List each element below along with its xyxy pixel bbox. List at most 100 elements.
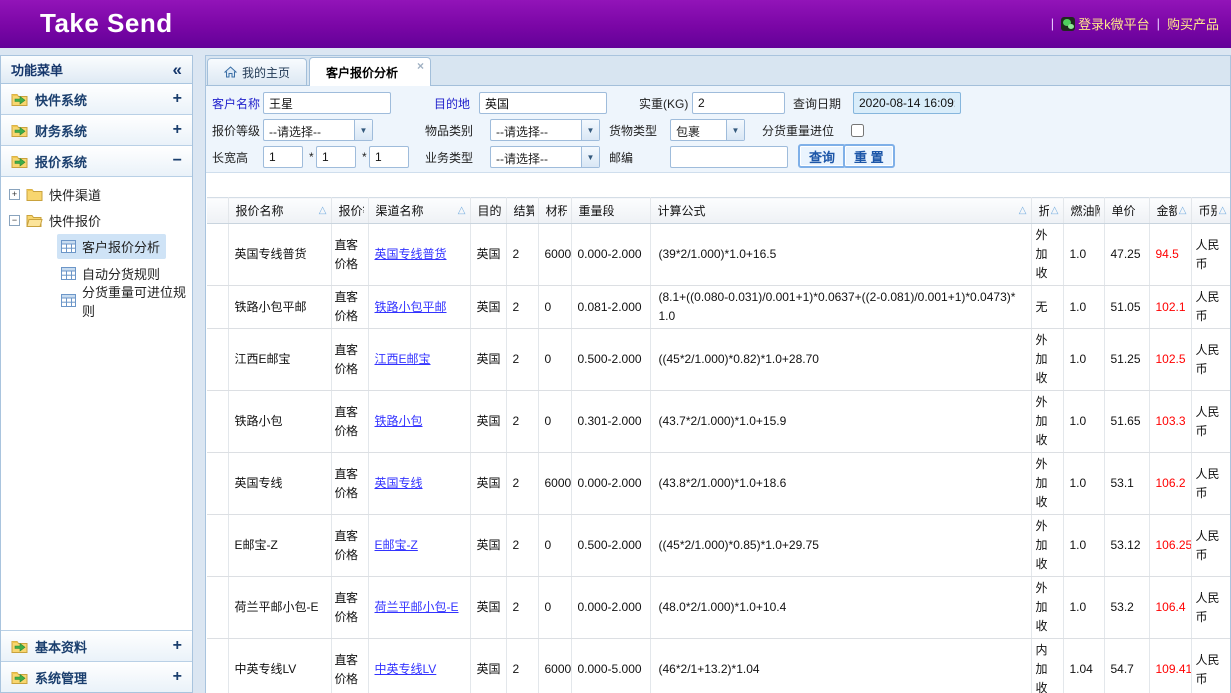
tree-node-express-quote[interactable]: − 快件报价 xyxy=(1,207,192,233)
quote-row[interactable]: 江西E邮宝直客价格江西E邮宝英国200.500-2.000((45*2/1.00… xyxy=(207,329,1230,391)
cell-channel: 荷兰平邮小包-E xyxy=(368,577,470,639)
column-header-formula[interactable]: 计算公式△ xyxy=(650,198,1031,224)
column-header-settle[interactable]: 结算重量 xyxy=(506,198,538,224)
cell-channel: 英国专线 xyxy=(368,453,470,515)
width-input[interactable] xyxy=(316,146,356,168)
quote-row[interactable]: 铁路小包直客价格铁路小包英国200.301-2.000(43.7*2/1.000… xyxy=(207,391,1230,453)
sidebar-item-express-system[interactable]: 快件系统 + xyxy=(1,84,192,115)
home-icon xyxy=(224,66,237,78)
cell-channel: 江西E邮宝 xyxy=(368,329,470,391)
channel-link[interactable]: 英国专线 xyxy=(375,476,423,490)
cell-formula: (39*2/1.000)*1.0+16.5 xyxy=(650,224,1031,286)
column-header-channel[interactable]: 渠道名称△ xyxy=(368,198,470,224)
cell-settle: 2 xyxy=(506,286,538,329)
cell-name: 荷兰平邮小包-E xyxy=(228,577,331,639)
length-input[interactable] xyxy=(263,146,303,168)
quote-row[interactable]: 铁路小包平邮直客价格铁路小包平邮英国200.081-2.000(8.1+((0.… xyxy=(207,286,1230,329)
quote-grade-select[interactable]: --请选择-- ▼ xyxy=(263,119,373,141)
report-grid-icon xyxy=(61,294,76,307)
cell-range: 0.500-2.000 xyxy=(571,515,650,577)
column-label: 单价 xyxy=(1112,202,1145,219)
cell-channel: E邮宝-Z xyxy=(368,515,470,577)
open-folder-icon xyxy=(26,213,43,227)
tree-expand-icon[interactable]: + xyxy=(9,189,20,200)
cell-formula: ((45*2/1.000)*0.82)*1.0+28.70 xyxy=(650,329,1031,391)
channel-link[interactable]: 中英专线LV xyxy=(375,662,437,676)
cell-range: 0.301-2.000 xyxy=(571,391,650,453)
tree-collapse-icon[interactable]: − xyxy=(9,215,20,226)
channel-link[interactable]: 铁路小包 xyxy=(375,414,423,428)
cell-amount: 109.41 xyxy=(1149,639,1191,693)
cell-name: 铁路小包平邮 xyxy=(228,286,331,329)
tab-label: 我的主页 xyxy=(242,64,290,81)
channel-link[interactable]: E邮宝-Z xyxy=(375,538,418,552)
column-header-amount[interactable]: 金额△ xyxy=(1149,198,1191,224)
quote-row[interactable]: E邮宝-Z直客价格E邮宝-Z英国200.500-2.000((45*2/1.00… xyxy=(207,515,1230,577)
sidebar-item-basic-data[interactable]: 基本资料 + xyxy=(1,630,192,661)
cell-amount: 94.5 xyxy=(1149,224,1191,286)
column-header-name[interactable]: 报价名称△ xyxy=(228,198,331,224)
column-header-currency[interactable]: 币别△ xyxy=(1191,198,1230,224)
quote-row[interactable]: 英国专线普货直客价格英国专线普货英国260000.000-2.000(39*2/… xyxy=(207,224,1230,286)
destination-input[interactable] xyxy=(479,92,607,114)
item-type-select[interactable]: --请选择-- ▼ xyxy=(490,119,600,141)
column-header-volume[interactable]: 材积重量 xyxy=(538,198,571,224)
search-button[interactable]: 查询 xyxy=(798,144,846,168)
report-grid-icon xyxy=(61,240,76,253)
buy-product-link[interactable]: 购买产品 xyxy=(1167,14,1219,33)
collapse-sidebar-icon[interactable]: « xyxy=(173,61,182,78)
channel-link[interactable]: 江西E邮宝 xyxy=(375,352,431,366)
sidebar-item-finance-system[interactable]: 财务系统 + xyxy=(1,115,192,146)
cell-currency: 人民币 xyxy=(1191,224,1230,286)
column-header-discount[interactable]: 折扣△ xyxy=(1031,198,1063,224)
login-kwei-link[interactable]: 登录k微平台 xyxy=(1061,14,1150,33)
column-label: 计算公式 xyxy=(658,202,1017,219)
channel-link[interactable]: 英国专线普货 xyxy=(375,247,447,261)
cell-grade: 直客价格 xyxy=(331,453,368,515)
tab-customer-quote-analysis[interactable]: 客户报价分析 × xyxy=(309,57,431,86)
column-label: 折扣 xyxy=(1039,202,1049,219)
expand-plus-icon: + xyxy=(173,638,182,654)
column-header-range[interactable]: 重量段 xyxy=(571,198,650,224)
tab-bar: 我的主页 客户报价分析 × xyxy=(206,56,1230,86)
cell-fuel: 1.0 xyxy=(1063,515,1104,577)
cell-discount: 外加收 xyxy=(1031,577,1063,639)
sidebar-item-system-management[interactable]: 系统管理 + xyxy=(1,661,192,692)
tab-my-homepage[interactable]: 我的主页 xyxy=(207,58,307,85)
column-header-grade[interactable]: 报价等级 xyxy=(331,198,368,224)
cargo-type-select[interactable]: 包裹 ▼ xyxy=(670,119,745,141)
query-date-input[interactable] xyxy=(853,92,961,114)
biz-type-select[interactable]: --请选择-- ▼ xyxy=(490,146,600,168)
customer-name-input[interactable] xyxy=(263,92,391,114)
sort-asc-icon: △ xyxy=(1219,205,1227,216)
cell-grade: 直客价格 xyxy=(331,577,368,639)
channel-link[interactable]: 荷兰平邮小包-E xyxy=(375,600,459,614)
expand-plus-icon: + xyxy=(173,122,182,138)
column-header-dest[interactable]: 目的地 xyxy=(470,198,506,224)
sidebar-item-quote-system[interactable]: 报价系统 − xyxy=(1,146,192,177)
column-label: 报价等级 xyxy=(339,202,364,219)
cell-discount: 外加收 xyxy=(1031,453,1063,515)
reset-button[interactable]: 重 置 xyxy=(843,144,895,168)
split-weight-carry-checkbox[interactable] xyxy=(851,124,864,137)
actual-weight-input[interactable] xyxy=(692,92,785,114)
cell-fuel: 1.0 xyxy=(1063,391,1104,453)
column-header-fuel[interactable]: 燃油附加费 xyxy=(1063,198,1104,224)
postcode-input[interactable] xyxy=(670,146,788,168)
quote-row[interactable]: 英国专线直客价格英国专线英国260000.000-2.000(43.8*2/1.… xyxy=(207,453,1230,515)
cell-selector xyxy=(207,391,228,453)
tree-leaf-split-weight-carry-rules[interactable]: 分货重量可进位规则 xyxy=(1,287,192,314)
tree-leaf-customer-quote-analysis[interactable]: 客户报价分析 xyxy=(1,233,192,260)
height-input[interactable] xyxy=(369,146,409,168)
column-header-price[interactable]: 单价 xyxy=(1104,198,1149,224)
cell-name: 江西E邮宝 xyxy=(228,329,331,391)
folder-arrow-icon xyxy=(11,92,28,106)
quote-row[interactable]: 荷兰平邮小包-E直客价格荷兰平邮小包-E英国200.000-2.000(48.0… xyxy=(207,577,1230,639)
channel-link[interactable]: 铁路小包平邮 xyxy=(375,300,447,314)
cell-price: 53.2 xyxy=(1104,577,1149,639)
cell-dest: 英国 xyxy=(470,391,506,453)
quote-row[interactable]: 中英专线LV直客价格中英专线LV英国260000.000-5.000(46*2/… xyxy=(207,639,1230,693)
tree-node-express-channel[interactable]: + 快件渠道 xyxy=(1,181,192,207)
cell-amount: 103.3 xyxy=(1149,391,1191,453)
close-tab-icon[interactable]: × xyxy=(417,60,424,72)
